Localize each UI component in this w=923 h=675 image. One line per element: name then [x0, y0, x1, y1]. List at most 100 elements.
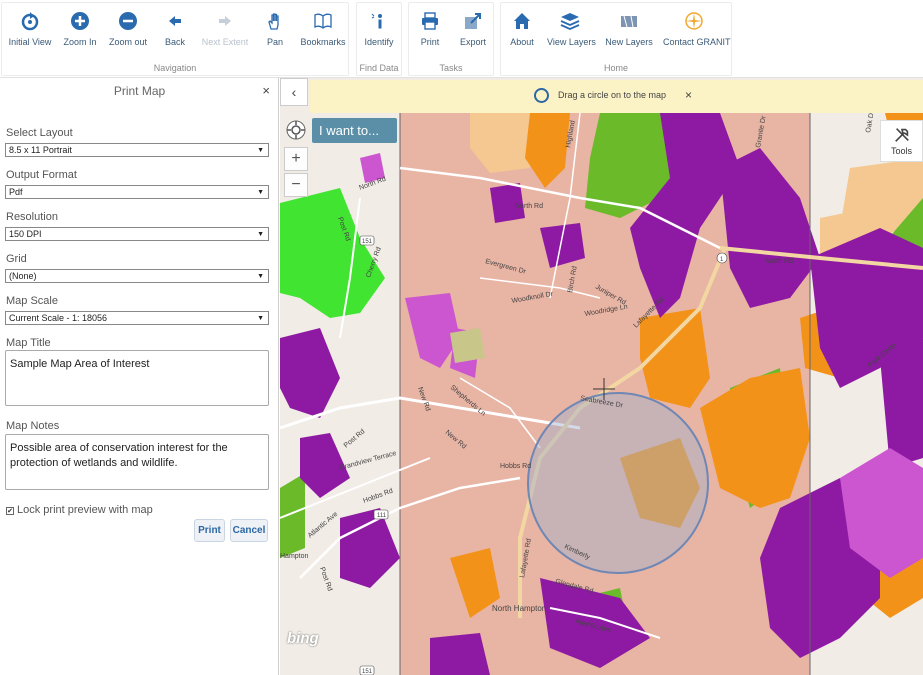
resolution-label: Resolution: [6, 211, 58, 223]
locate-me-icon[interactable]: [286, 120, 306, 140]
pan-label: Pan: [266, 37, 283, 47]
zoom-in-icon: [71, 12, 89, 30]
export-button[interactable]: Export: [455, 11, 491, 55]
print-button-panel[interactable]: Print: [194, 519, 225, 542]
initial-view-icon: [21, 12, 39, 31]
format-value: Pdf: [9, 187, 23, 197]
home-group-title: Home: [603, 63, 628, 73]
toolbar: Initial View Zoom In Zoom out Back Next …: [0, 0, 923, 78]
route-151-bottom-label: 151: [362, 669, 373, 675]
draw-instruction-banner: Drag a circle on to the map ×: [310, 80, 923, 113]
next-extent-button[interactable]: Next Extent: [200, 11, 250, 55]
print-map-panel: Print Map × Select Layout 8.5 x 11 Portr…: [0, 78, 279, 675]
hand-icon: [268, 13, 279, 30]
resolution-select[interactable]: 150 DPI ▼: [5, 227, 269, 241]
road-label-north-rd: North Rd: [515, 203, 543, 210]
route-111-label: 111: [377, 513, 387, 519]
contact-granit-label: Contact GRANIT: [663, 37, 731, 47]
tools-button[interactable]: Tools: [880, 120, 923, 162]
road-label-north-rd-east: North Rd: [765, 258, 793, 265]
collapse-panel-button[interactable]: ‹: [280, 78, 308, 106]
map-zoom-out-button[interactable]: −: [284, 173, 308, 197]
lock-preview-label: Lock print preview with map: [17, 504, 153, 516]
grid-value: (None): [9, 271, 37, 281]
about-button[interactable]: About: [507, 11, 537, 55]
map-notes-input[interactable]: Possible area of conservation interest f…: [5, 434, 269, 490]
grid-select[interactable]: (None) ▼: [5, 269, 269, 283]
back-button[interactable]: Back: [158, 11, 192, 55]
new-layers-button[interactable]: New Layers: [605, 11, 653, 55]
home-icon: [514, 13, 530, 29]
dropdown-arrow-icon: ▼: [257, 315, 264, 322]
identify-button[interactable]: Identify: [360, 11, 398, 55]
lock-preview-checkbox[interactable]: ✔: [6, 507, 14, 515]
map-notes-label: Map Notes: [6, 420, 60, 432]
lock-preview-row[interactable]: ✔ Lock print preview with map: [6, 504, 153, 516]
contact-granit-button[interactable]: Contact GRANIT: [663, 11, 731, 55]
view-layers-button[interactable]: View Layers: [547, 11, 596, 55]
print-button[interactable]: Print: [415, 11, 445, 55]
scale-select[interactable]: Current Scale - 1: 18056 ▼: [5, 311, 269, 325]
dropdown-arrow-icon: ▼: [257, 147, 264, 154]
tools-label: Tools: [890, 146, 912, 156]
about-label: About: [510, 37, 534, 47]
layers-icon: [560, 13, 580, 30]
identify-label: Identify: [364, 37, 394, 47]
bookmarks-button[interactable]: Bookmarks: [300, 11, 346, 55]
print-tool-label: Print: [420, 37, 440, 47]
layout-label: Select Layout: [6, 127, 73, 139]
printer-icon: [422, 12, 438, 30]
selection-circle[interactable]: [527, 392, 709, 574]
navigation-group: Initial View Zoom In Zoom out Back Next …: [1, 2, 349, 76]
dropdown-arrow-icon: ▼: [257, 273, 264, 280]
zoom-in-button[interactable]: Zoom In: [60, 11, 100, 55]
zoom-out-label: Zoom out: [108, 37, 148, 47]
bing-logo: bing: [287, 630, 319, 647]
cancel-button[interactable]: Cancel: [230, 519, 268, 542]
format-select[interactable]: Pdf ▼: [5, 185, 269, 199]
export-icon: [465, 13, 481, 29]
banner-message: Drag a circle on to the map: [558, 90, 667, 100]
next-extent-label: Next Extent: [201, 37, 249, 47]
compass-icon: [685, 12, 703, 30]
i-want-to-menu[interactable]: I want to...: [312, 118, 397, 143]
circle-draw-icon: [534, 88, 549, 103]
town-label-hampton: Hampton: [280, 553, 309, 560]
layout-select[interactable]: 8.5 x 11 Portrait ▼: [5, 143, 269, 157]
pan-button[interactable]: Pan: [260, 11, 290, 55]
tasks-group: Print Export Tasks: [408, 2, 494, 76]
dropdown-arrow-icon: ▼: [257, 189, 264, 196]
scale-label: Map Scale: [6, 295, 58, 307]
bookmarks-label: Bookmarks: [300, 37, 346, 47]
zoom-out-icon: [119, 12, 137, 30]
back-label: Back: [164, 37, 185, 47]
find-data-group-title: Find Data: [359, 63, 399, 73]
resolution-value: 150 DPI: [9, 229, 42, 239]
tools-wrench-icon: [894, 128, 909, 142]
new-layers-label: New Layers: [605, 37, 653, 47]
initial-view-button[interactable]: Initial View: [8, 11, 52, 55]
map-title-input[interactable]: Sample Map Area of Interest: [5, 350, 269, 406]
back-arrow-icon: [169, 16, 181, 26]
forward-arrow-icon: [219, 16, 231, 26]
initial-view-label: Initial View: [8, 37, 52, 47]
banner-close-button[interactable]: ×: [685, 88, 692, 102]
map-zoom-in-button[interactable]: +: [284, 147, 308, 171]
home-group: About View Layers New Layers Contact GRA…: [500, 2, 732, 76]
map-layer-icon: [621, 15, 637, 28]
town-label-north-hampton: North Hampton: [492, 604, 546, 613]
scale-value: Current Scale - 1: 18056: [9, 313, 108, 323]
layout-value: 8.5 x 11 Portrait: [9, 145, 72, 155]
view-layers-label: View Layers: [547, 37, 596, 47]
navigation-group-title: Navigation: [153, 63, 197, 73]
export-label: Export: [459, 37, 486, 47]
map-canvas[interactable]: North Rd North Rd North Rd Evergreen Dr …: [280, 78, 923, 675]
identify-info-icon: [371, 13, 382, 29]
format-label: Output Format: [6, 169, 77, 181]
panel-title: Print Map: [113, 84, 166, 98]
route-151-label: 151: [362, 239, 373, 245]
zoom-out-button[interactable]: Zoom out: [106, 11, 150, 55]
dropdown-arrow-icon: ▼: [257, 231, 264, 238]
map-view[interactable]: North Rd North Rd North Rd Evergreen Dr …: [280, 78, 923, 675]
close-panel-button[interactable]: ×: [262, 83, 270, 98]
